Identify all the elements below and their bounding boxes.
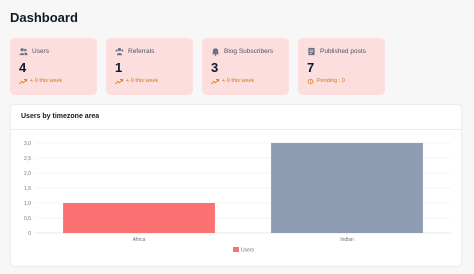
y-tick-label: 1,5 — [24, 186, 31, 192]
legend-swatch — [233, 247, 239, 252]
card-value: 4 — [19, 60, 27, 75]
y-tick-label: 2,0 — [24, 171, 31, 177]
card-note: + 0 this week — [222, 78, 255, 84]
card-footer: + 0 this week — [19, 77, 88, 85]
referrals-icon — [115, 47, 124, 56]
x-tick-label: Africa — [133, 237, 146, 243]
clock-icon — [307, 78, 314, 85]
card-blog-subscribers[interactable]: Blog Subscribers 3 + 0 this week — [202, 38, 289, 95]
card-header: Published posts — [307, 46, 376, 56]
bar-indian — [271, 143, 423, 233]
card-note: + 0 this week — [30, 78, 63, 84]
page-title: Dashboard — [10, 10, 78, 25]
card-note: + 0 this week — [126, 78, 159, 84]
card-published-posts[interactable]: Published posts 7 Pending : 0 — [298, 38, 385, 95]
trend-up-icon — [19, 78, 27, 85]
card-label: Users — [32, 47, 49, 55]
y-tick-label: 0 — [28, 231, 31, 237]
x-tick-label: Indian — [340, 237, 354, 243]
card-users[interactable]: Users 4 + 0 this week — [10, 38, 97, 95]
card-value: 3 — [211, 60, 219, 75]
posts-icon — [307, 47, 316, 56]
bar-africa — [63, 203, 215, 233]
card-footer: + 0 this week — [115, 77, 184, 85]
users-by-timezone-chart: 0 0,5 1,0 1,5 2,0 2,5 3,0 Africa Indian Users — [24, 141, 451, 254]
y-tick-label: 3,0 — [24, 141, 31, 147]
trend-up-icon — [211, 78, 219, 85]
card-value: 7 — [307, 60, 315, 75]
card-label: Published posts — [320, 47, 366, 55]
card-header: Referrals — [115, 46, 184, 56]
y-tick-label: 1,0 — [24, 201, 31, 207]
card-note: Pending : 0 — [317, 78, 345, 84]
card-header: Blog Subscribers — [211, 46, 280, 56]
card-value: 1 — [115, 60, 123, 75]
y-tick-label: 0,5 — [24, 216, 31, 222]
stat-cards: Users 4 + 0 this week Referrals 1 + 0 th… — [10, 38, 385, 95]
card-footer: + 0 this week — [211, 77, 280, 85]
chart-panel: Users by timezone area 0 0,5 1,0 1,5 2,0 2,5 3… — [10, 104, 462, 267]
legend-label: Users — [241, 248, 255, 254]
card-label: Referrals — [128, 47, 155, 55]
trend-up-icon — [115, 78, 123, 85]
users-icon — [19, 47, 28, 56]
card-footer: Pending : 0 — [307, 77, 376, 85]
card-referrals[interactable]: Referrals 1 + 0 this week — [106, 38, 193, 95]
subscribers-icon — [211, 47, 220, 56]
y-tick-label: 2,5 — [24, 156, 31, 162]
card-header: Users — [19, 46, 88, 56]
card-label: Blog Subscribers — [224, 47, 274, 55]
